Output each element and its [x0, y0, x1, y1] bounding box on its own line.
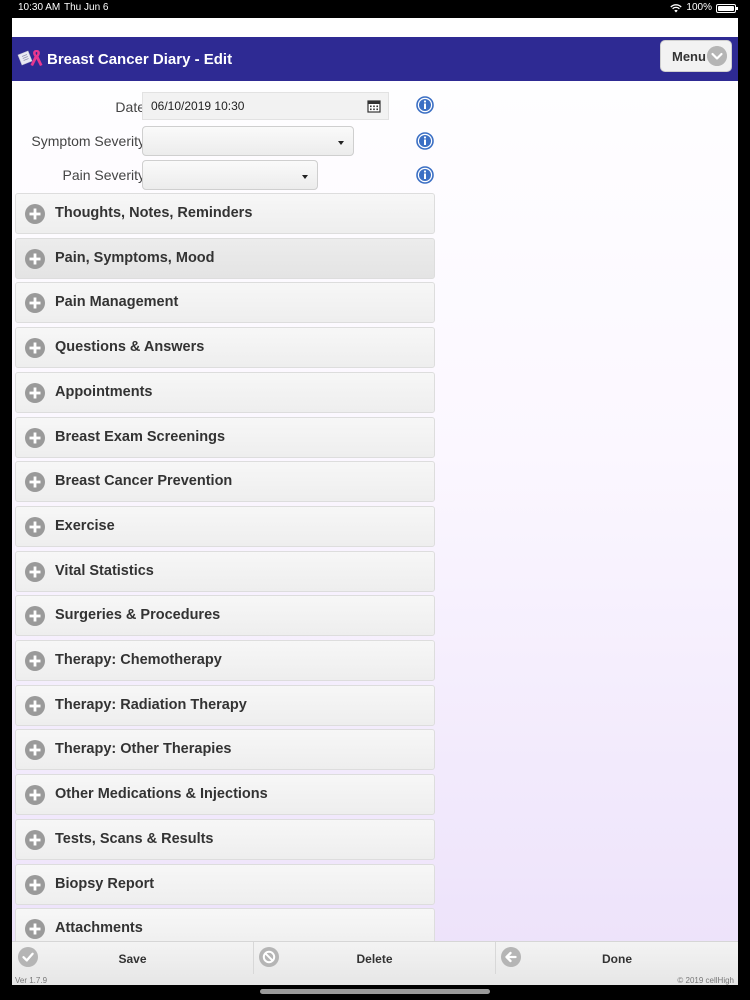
- calendar-icon[interactable]: [367, 99, 381, 113]
- pain-severity-row: Pain Severity: [12, 160, 442, 190]
- section-therapy-chemotherapy[interactable]: Therapy: Chemotherapy: [15, 640, 435, 681]
- section-therapy-other-therapies[interactable]: Therapy: Other Therapies: [15, 729, 435, 771]
- section-biopsy-report[interactable]: Biopsy Report: [15, 863, 435, 905]
- section-breast-cancer-prevention[interactable]: Breast Cancer Prevention: [15, 461, 435, 503]
- section-label: Appointments: [55, 383, 153, 400]
- status-bar: 10:30 AM Thu Jun 6 100%: [0, 0, 750, 18]
- date-label: Date: [115, 99, 145, 115]
- section-label: Pain Management: [55, 294, 179, 311]
- plus-icon: [25, 427, 45, 448]
- symptom-severity-select[interactable]: [142, 126, 354, 156]
- save-button[interactable]: Save: [12, 942, 254, 974]
- plus-icon: [25, 293, 45, 314]
- battery-percent: 100%: [686, 2, 712, 13]
- section-other-medications-injections[interactable]: Other Medications & Injections: [15, 774, 435, 816]
- plus-icon: [25, 338, 45, 359]
- plus-icon: [25, 651, 45, 671]
- home-indicator[interactable]: [260, 989, 490, 994]
- section-pain-management[interactable]: Pain Management: [15, 282, 435, 324]
- section-label: Therapy: Other Therapies: [55, 741, 232, 758]
- done-label: Done: [602, 952, 632, 966]
- save-label: Save: [118, 952, 147, 966]
- plus-icon: [25, 472, 45, 493]
- delete-label: Delete: [356, 952, 393, 966]
- section-label: Therapy: Chemotherapy: [55, 652, 222, 668]
- plus-icon: [25, 382, 45, 403]
- menu-button[interactable]: Menu: [660, 40, 732, 72]
- app-header: Breast Cancer Diary - Edit Menu: [12, 37, 738, 81]
- plus-icon: [25, 695, 45, 716]
- section-breast-exam-screenings[interactable]: Breast Exam Screenings: [15, 416, 435, 458]
- status-time: 10:30 AM: [18, 2, 61, 13]
- section-label: Thoughts, Notes, Reminders: [55, 205, 253, 221]
- symptom-severity-label: Symptom Severity: [31, 133, 145, 149]
- section-surgeries-procedures[interactable]: Surgeries & Procedures: [15, 595, 435, 637]
- section-therapy-radiation-therapy[interactable]: Therapy: Radiation Therapy: [15, 684, 435, 726]
- date-info-icon[interactable]: [416, 96, 434, 114]
- section-label: Tests, Scans & Results: [55, 830, 214, 847]
- section-label: Biopsy Report: [55, 875, 155, 892]
- ipad-device: 10:30 AM Thu Jun 6 100% Breast Cancer Di…: [0, 0, 750, 1000]
- section-pain-symptoms-mood[interactable]: Pain, Symptoms, Mood: [15, 237, 435, 279]
- plus-icon: [25, 829, 45, 850]
- pain-severity-select[interactable]: [142, 160, 318, 190]
- section-appointments[interactable]: Appointments: [15, 371, 435, 413]
- section-questions-answers[interactable]: Questions & Answers: [15, 327, 435, 369]
- delete-button[interactable]: Delete: [254, 942, 496, 974]
- plus-icon: [25, 606, 45, 627]
- section-vital-statistics[interactable]: Vital Statistics: [15, 550, 435, 592]
- section-label: Attachments: [55, 920, 143, 937]
- top-strip: [12, 18, 738, 37]
- version-label: Ver 1.7.9: [15, 976, 48, 985]
- section-label: Surgeries & Procedures: [55, 607, 221, 624]
- app-screen: Breast Cancer Diary - Edit Menu Date 06/…: [12, 18, 738, 985]
- wifi-icon: [670, 3, 683, 12]
- pain-severity-label: Pain Severity: [62, 167, 145, 183]
- date-input[interactable]: 06/10/2019 10:30: [142, 92, 389, 120]
- page-title: Breast Cancer Diary - Edit: [47, 51, 233, 68]
- section-thoughts-notes-reminders[interactable]: Thoughts, Notes, Reminders: [15, 193, 435, 234]
- plus-icon: [25, 516, 45, 537]
- dropdown-caret-icon: [302, 175, 308, 179]
- battery-icon: [716, 3, 738, 13]
- menu-label: Menu: [672, 48, 706, 64]
- chevron-down-icon: [707, 46, 727, 66]
- plus-icon: [25, 248, 45, 269]
- plus-icon: [25, 874, 45, 895]
- status-right: 100%: [670, 0, 738, 16]
- plus-icon: [25, 919, 45, 940]
- plus-icon: [25, 561, 45, 582]
- section-label: Pain, Symptoms, Mood: [55, 249, 215, 266]
- plus-icon: [25, 204, 45, 224]
- section-label: Breast Cancer Prevention: [55, 473, 233, 490]
- status-date: Thu Jun 6: [64, 2, 109, 13]
- symptom-info-icon[interactable]: [416, 132, 434, 150]
- symptom-severity-row: Symptom Severity: [12, 126, 442, 156]
- section-exercise[interactable]: Exercise: [15, 505, 435, 547]
- section-label: Breast Exam Screenings: [55, 428, 226, 445]
- section-tests-scans-results[interactable]: Tests, Scans & Results: [15, 818, 435, 860]
- pain-info-icon[interactable]: [416, 166, 434, 184]
- ribbon-book-icon: [17, 50, 43, 66]
- section-label: Exercise: [55, 517, 115, 534]
- footer-toolbar: Save Delete Done Ver 1.7.9 © 2019 cellHi…: [12, 941, 738, 985]
- section-label: Other Medications & Injections: [55, 786, 268, 803]
- plus-icon: [25, 785, 45, 806]
- dropdown-caret-icon: [338, 141, 344, 145]
- section-label: Vital Statistics: [55, 562, 154, 579]
- plus-icon: [25, 740, 45, 761]
- date-row: Date 06/10/2019 10:30: [12, 92, 442, 122]
- section-label: Questions & Answers: [55, 339, 205, 356]
- copyright-label: © 2019 cellHigh: [677, 976, 734, 985]
- section-label: Therapy: Radiation Therapy: [55, 696, 247, 713]
- date-value: 06/10/2019 10:30: [151, 99, 245, 113]
- done-button[interactable]: Done: [496, 942, 738, 974]
